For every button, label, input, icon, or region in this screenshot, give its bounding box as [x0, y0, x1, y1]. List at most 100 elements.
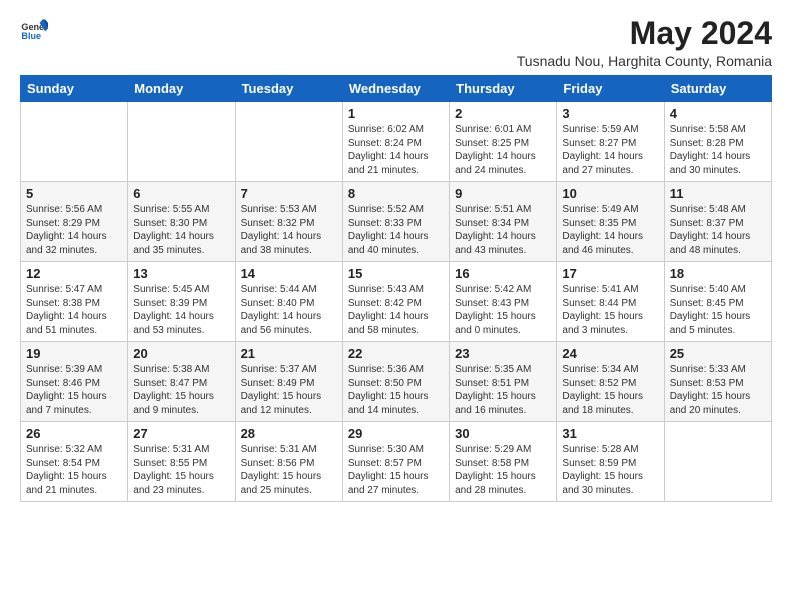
- calendar-cell: 27 Sunrise: 5:31 AM Sunset: 8:55 PM Dayli…: [128, 422, 235, 502]
- subtitle: Tusnadu Nou, Harghita County, Romania: [517, 53, 772, 69]
- day-number: 22: [348, 346, 444, 361]
- day-number: 13: [133, 266, 229, 281]
- cell-content: Sunrise: 5:55 AM Sunset: 8:30 PM Dayligh…: [133, 203, 229, 257]
- day-number: 9: [455, 186, 551, 201]
- calendar-cell: 22 Sunrise: 5:36 AM Sunset: 8:50 PM Dayli…: [342, 342, 449, 422]
- day-number: 25: [670, 346, 766, 361]
- cell-content: Sunrise: 5:42 AM Sunset: 8:43 PM Dayligh…: [455, 283, 551, 337]
- logo: General Blue: [20, 16, 50, 44]
- cell-content: Sunrise: 5:28 AM Sunset: 8:59 PM Dayligh…: [562, 443, 658, 497]
- day-number: 19: [26, 346, 122, 361]
- header-tuesday: Tuesday: [235, 76, 342, 102]
- title-area: May 2024 Tusnadu Nou, Harghita County, R…: [517, 16, 772, 69]
- cell-content: Sunrise: 5:37 AM Sunset: 8:49 PM Dayligh…: [241, 363, 337, 417]
- calendar-cell: 13 Sunrise: 5:45 AM Sunset: 8:39 PM Dayli…: [128, 262, 235, 342]
- calendar-cell: 24 Sunrise: 5:34 AM Sunset: 8:52 PM Dayli…: [557, 342, 664, 422]
- cell-content: Sunrise: 5:31 AM Sunset: 8:55 PM Dayligh…: [133, 443, 229, 497]
- calendar-cell: [128, 102, 235, 182]
- calendar-cell: 3Sunrise: 5:59 AM Sunset: 8:27 PM Daylig…: [557, 102, 664, 182]
- cell-content: Sunrise: 5:48 AM Sunset: 8:37 PM Dayligh…: [670, 203, 766, 257]
- cell-content: Sunrise: 5:39 AM Sunset: 8:46 PM Dayligh…: [26, 363, 122, 417]
- calendar-cell: 9 Sunrise: 5:51 AM Sunset: 8:34 PM Daylig…: [450, 182, 557, 262]
- calendar-cell: 15 Sunrise: 5:43 AM Sunset: 8:42 PM Dayli…: [342, 262, 449, 342]
- svg-text:Blue: Blue: [21, 31, 41, 41]
- cell-content: Sunrise: 5:30 AM Sunset: 8:57 PM Dayligh…: [348, 443, 444, 497]
- calendar-cell: 30Sunrise: 5:29 AM Sunset: 8:58 PM Dayli…: [450, 422, 557, 502]
- header-sunday: Sunday: [21, 76, 128, 102]
- cell-content: Sunrise: 5:43 AM Sunset: 8:42 PM Dayligh…: [348, 283, 444, 337]
- logo-icon: General Blue: [20, 16, 48, 44]
- day-number: 16: [455, 266, 551, 281]
- header-friday: Friday: [557, 76, 664, 102]
- calendar-cell: 23Sunrise: 5:35 AM Sunset: 8:51 PM Dayli…: [450, 342, 557, 422]
- cell-content: Sunrise: 5:45 AM Sunset: 8:39 PM Dayligh…: [133, 283, 229, 337]
- cell-content: Sunrise: 5:53 AM Sunset: 8:32 PM Dayligh…: [241, 203, 337, 257]
- week-row-2: 5Sunrise: 5:56 AM Sunset: 8:29 PM Daylig…: [21, 182, 772, 262]
- cell-content: Sunrise: 5:36 AM Sunset: 8:50 PM Dayligh…: [348, 363, 444, 417]
- calendar-cell: 12 Sunrise: 5:47 AM Sunset: 8:38 PM Dayli…: [21, 262, 128, 342]
- calendar-cell: 28Sunrise: 5:31 AM Sunset: 8:56 PM Dayli…: [235, 422, 342, 502]
- calendar-cell: 18Sunrise: 5:40 AM Sunset: 8:45 PM Dayli…: [664, 262, 771, 342]
- cell-content: Sunrise: 5:51 AM Sunset: 8:34 PM Dayligh…: [455, 203, 551, 257]
- calendar-cell: 26 Sunrise: 5:32 AM Sunset: 8:54 PM Dayli…: [21, 422, 128, 502]
- calendar-cell: [235, 102, 342, 182]
- calendar-cell: 21Sunrise: 5:37 AM Sunset: 8:49 PM Dayli…: [235, 342, 342, 422]
- day-number: 24: [562, 346, 658, 361]
- cell-content: Sunrise: 5:32 AM Sunset: 8:54 PM Dayligh…: [26, 443, 122, 497]
- day-number: 27: [133, 426, 229, 441]
- cell-content: Sunrise: 5:41 AM Sunset: 8:44 PM Dayligh…: [562, 283, 658, 337]
- calendar-cell: 7 Sunrise: 5:53 AM Sunset: 8:32 PM Daylig…: [235, 182, 342, 262]
- cell-content: Sunrise: 5:56 AM Sunset: 8:29 PM Dayligh…: [26, 203, 122, 257]
- day-number: 14: [241, 266, 337, 281]
- week-row-5: 26 Sunrise: 5:32 AM Sunset: 8:54 PM Dayli…: [21, 422, 772, 502]
- cell-content: Sunrise: 6:01 AM Sunset: 8:25 PM Dayligh…: [455, 123, 551, 177]
- day-number: 29: [348, 426, 444, 441]
- weekday-header-row: Sunday Monday Tuesday Wednesday Thursday…: [21, 76, 772, 102]
- week-row-3: 12 Sunrise: 5:47 AM Sunset: 8:38 PM Dayli…: [21, 262, 772, 342]
- calendar-cell: 4Sunrise: 5:58 AM Sunset: 8:28 PM Daylig…: [664, 102, 771, 182]
- day-number: 4: [670, 106, 766, 121]
- calendar-cell: 25 Sunrise: 5:33 AM Sunset: 8:53 PM Dayli…: [664, 342, 771, 422]
- day-number: 6: [133, 186, 229, 201]
- week-row-4: 19 Sunrise: 5:39 AM Sunset: 8:46 PM Dayli…: [21, 342, 772, 422]
- calendar-cell: 19 Sunrise: 5:39 AM Sunset: 8:46 PM Dayli…: [21, 342, 128, 422]
- calendar-cell: 14 Sunrise: 5:44 AM Sunset: 8:40 PM Dayli…: [235, 262, 342, 342]
- calendar-cell: 16 Sunrise: 5:42 AM Sunset: 8:43 PM Dayli…: [450, 262, 557, 342]
- day-number: 12: [26, 266, 122, 281]
- cell-content: Sunrise: 5:31 AM Sunset: 8:56 PM Dayligh…: [241, 443, 337, 497]
- day-number: 26: [26, 426, 122, 441]
- calendar-cell: [664, 422, 771, 502]
- header-monday: Monday: [128, 76, 235, 102]
- calendar-cell: 5Sunrise: 5:56 AM Sunset: 8:29 PM Daylig…: [21, 182, 128, 262]
- day-number: 15: [348, 266, 444, 281]
- calendar-table: Sunday Monday Tuesday Wednesday Thursday…: [20, 75, 772, 502]
- day-number: 1: [348, 106, 444, 121]
- day-number: 3: [562, 106, 658, 121]
- calendar-cell: 20Sunrise: 5:38 AM Sunset: 8:47 PM Dayli…: [128, 342, 235, 422]
- cell-content: Sunrise: 5:33 AM Sunset: 8:53 PM Dayligh…: [670, 363, 766, 417]
- cell-content: Sunrise: 5:47 AM Sunset: 8:38 PM Dayligh…: [26, 283, 122, 337]
- cell-content: Sunrise: 5:40 AM Sunset: 8:45 PM Dayligh…: [670, 283, 766, 337]
- calendar-cell: 29 Sunrise: 5:30 AM Sunset: 8:57 PM Dayli…: [342, 422, 449, 502]
- week-row-1: 1 Sunrise: 6:02 AM Sunset: 8:24 PM Daylig…: [21, 102, 772, 182]
- cell-content: Sunrise: 5:49 AM Sunset: 8:35 PM Dayligh…: [562, 203, 658, 257]
- month-title: May 2024: [517, 16, 772, 51]
- cell-content: Sunrise: 5:34 AM Sunset: 8:52 PM Dayligh…: [562, 363, 658, 417]
- cell-content: Sunrise: 5:44 AM Sunset: 8:40 PM Dayligh…: [241, 283, 337, 337]
- day-number: 17: [562, 266, 658, 281]
- calendar-cell: 6 Sunrise: 5:55 AM Sunset: 8:30 PM Daylig…: [128, 182, 235, 262]
- calendar-cell: [21, 102, 128, 182]
- cell-content: Sunrise: 5:35 AM Sunset: 8:51 PM Dayligh…: [455, 363, 551, 417]
- header-saturday: Saturday: [664, 76, 771, 102]
- calendar-cell: 1 Sunrise: 6:02 AM Sunset: 8:24 PM Daylig…: [342, 102, 449, 182]
- cell-content: Sunrise: 5:52 AM Sunset: 8:33 PM Dayligh…: [348, 203, 444, 257]
- day-number: 31: [562, 426, 658, 441]
- header-wednesday: Wednesday: [342, 76, 449, 102]
- day-number: 20: [133, 346, 229, 361]
- day-number: 7: [241, 186, 337, 201]
- cell-content: Sunrise: 6:02 AM Sunset: 8:24 PM Dayligh…: [348, 123, 444, 177]
- calendar-cell: 17 Sunrise: 5:41 AM Sunset: 8:44 PM Dayli…: [557, 262, 664, 342]
- day-number: 2: [455, 106, 551, 121]
- day-number: 11: [670, 186, 766, 201]
- day-number: 30: [455, 426, 551, 441]
